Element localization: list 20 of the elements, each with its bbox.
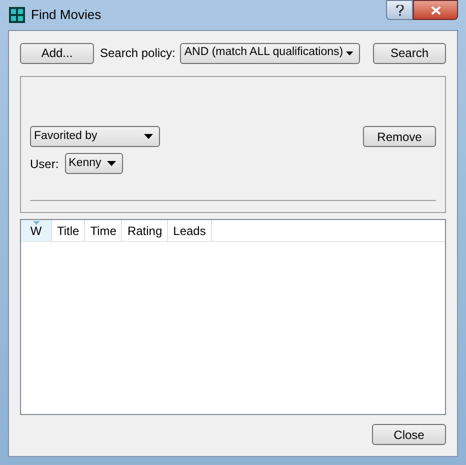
close-icon <box>430 6 440 14</box>
column-header[interactable]: W <box>21 220 52 241</box>
app-icon <box>9 7 25 23</box>
window-title: Find Movies <box>31 6 102 24</box>
add-button[interactable]: Add... <box>20 42 94 64</box>
close-button[interactable]: Close <box>372 424 446 445</box>
search-button[interactable]: Search <box>373 42 446 64</box>
help-button[interactable] <box>386 0 413 20</box>
caret-icon <box>346 50 354 56</box>
help-icon <box>396 4 404 16</box>
caret-icon <box>106 161 116 166</box>
policy-label: Search policy: <box>100 45 176 62</box>
policy-dropdown[interactable]: AND (match ALL qualifications) <box>180 42 360 64</box>
sort-arrow-icon <box>33 221 40 225</box>
criterion-dropdown[interactable]: Favorited by <box>30 126 160 147</box>
caret-icon <box>144 134 153 139</box>
user-dropdown[interactable]: Kenny <box>64 153 123 174</box>
user-label: User: <box>30 156 59 172</box>
close-window-button[interactable] <box>413 0 458 20</box>
remove-button[interactable]: Remove <box>363 126 436 147</box>
